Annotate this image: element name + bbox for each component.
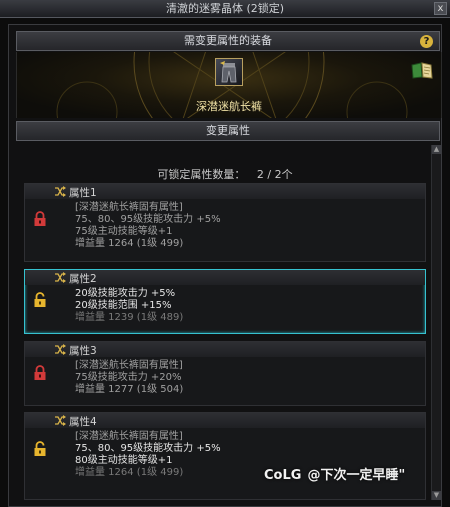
equipment-slot[interactable] — [215, 58, 243, 86]
equip-section-header: 需变更属性的装备 ? — [16, 31, 440, 51]
window-titlebar: 清澈的迷雾晶体 (2锁定) x — [0, 0, 450, 18]
property-card-1[interactable]: 属性1 [深潜迷航长裤固有属性] 75、80、95级技能攻击力 +5% 75级主… — [24, 183, 426, 262]
property-line: [深潜迷航长裤固有属性] — [75, 360, 183, 371]
shuffle-icon — [55, 272, 66, 283]
scroll-down-button[interactable]: ▼ — [432, 491, 441, 500]
shuffle-icon — [55, 344, 66, 355]
property-line: 75级主动技能等级+1 — [75, 226, 173, 237]
close-button[interactable]: x — [434, 2, 447, 15]
lock-count: 可锁定属性数量： 2 / 2个 — [0, 166, 450, 182]
property-title: 属性3 — [69, 345, 97, 357]
book-icon[interactable] — [411, 62, 433, 79]
property-line: 增益量 1264 (1级 499) — [75, 467, 184, 478]
property-lines: [深潜迷航长裤固有属性] 75、80、95级技能攻击力 +5% 75级主动技能等… — [75, 202, 221, 250]
shuffle-icon — [55, 415, 66, 426]
property-lines: 20级技能攻击力 +5% 20级技能范围 +15% 增益量 1239 (1级 4… — [75, 288, 183, 324]
property-line: [深潜迷航长裤固有属性] — [75, 431, 183, 442]
property-lines: [深潜迷航长裤固有属性] 75、80、95级技能攻击力 +5% 80级主动技能等… — [75, 431, 221, 479]
property-line: 75、80、95级技能攻击力 +5% — [75, 214, 221, 225]
property-line: [深潜迷航长裤固有属性] — [75, 202, 183, 213]
shuffle-icon — [55, 186, 66, 197]
equip-area: 深潜迷航长裤 — [16, 52, 442, 118]
property-title: 属性2 — [69, 273, 97, 285]
equipped-item-name: 深潜迷航长裤 — [196, 100, 262, 113]
property-line: 增益量 1264 (1级 499) — [75, 238, 184, 249]
watermark-text: @下次一定早睡" — [307, 468, 406, 483]
property-line: 20级技能攻击力 +5% — [75, 288, 176, 299]
scroll-up-button[interactable]: ▲ — [432, 145, 441, 154]
help-icon[interactable]: ? — [420, 35, 433, 48]
change-section-header: 变更属性 — [16, 121, 440, 141]
lock-icon[interactable] — [33, 365, 47, 381]
property-title: 属性1 — [69, 187, 97, 199]
lock-icon[interactable] — [33, 211, 47, 227]
property-card-3[interactable]: 属性3 [深潜迷航长裤固有属性] 75级技能攻击力 +20% 增益量 1277 … — [24, 341, 426, 406]
watermark-logo: CoLG — [264, 468, 302, 483]
property-card-4[interactable]: 属性4 [深潜迷航长裤固有属性] 75、80、95级技能攻击力 +5% 80级主… — [24, 412, 426, 500]
property-line: 增益量 1277 (1级 504) — [75, 384, 184, 395]
property-line: 增益量 1239 (1级 489) — [75, 312, 184, 323]
window-title: 清澈的迷雾晶体 (2锁定) — [165, 2, 285, 15]
change-section-title: 变更属性 — [206, 124, 250, 137]
pants-item-icon — [220, 61, 237, 83]
property-line: 75级技能攻击力 +20% — [75, 372, 182, 383]
property-lines: [深潜迷航长裤固有属性] 75级技能攻击力 +20% 增益量 1277 (1级 … — [75, 360, 183, 396]
unlock-icon[interactable] — [33, 441, 47, 457]
lock-count-label: 可锁定属性数量： — [157, 168, 246, 181]
unlock-icon[interactable] — [33, 292, 47, 308]
equip-section-title: 需变更属性的装备 — [184, 34, 272, 47]
property-line: 20级技能范围 +15% — [75, 300, 172, 311]
property-line: 75、80、95级技能攻击力 +5% — [75, 443, 221, 454]
watermark: CoLG @下次一定早睡" — [264, 464, 405, 483]
property-line: 80级主动技能等级+1 — [75, 455, 173, 466]
property-card-2[interactable]: 属性2 20级技能攻击力 +5% 20级技能范围 +15% 增益量 1239 (… — [24, 269, 426, 334]
property-title: 属性4 — [69, 416, 97, 428]
scrollbar[interactable]: ▲ ▼ — [431, 145, 441, 500]
lock-count-value: 2 / 2个 — [256, 168, 293, 181]
